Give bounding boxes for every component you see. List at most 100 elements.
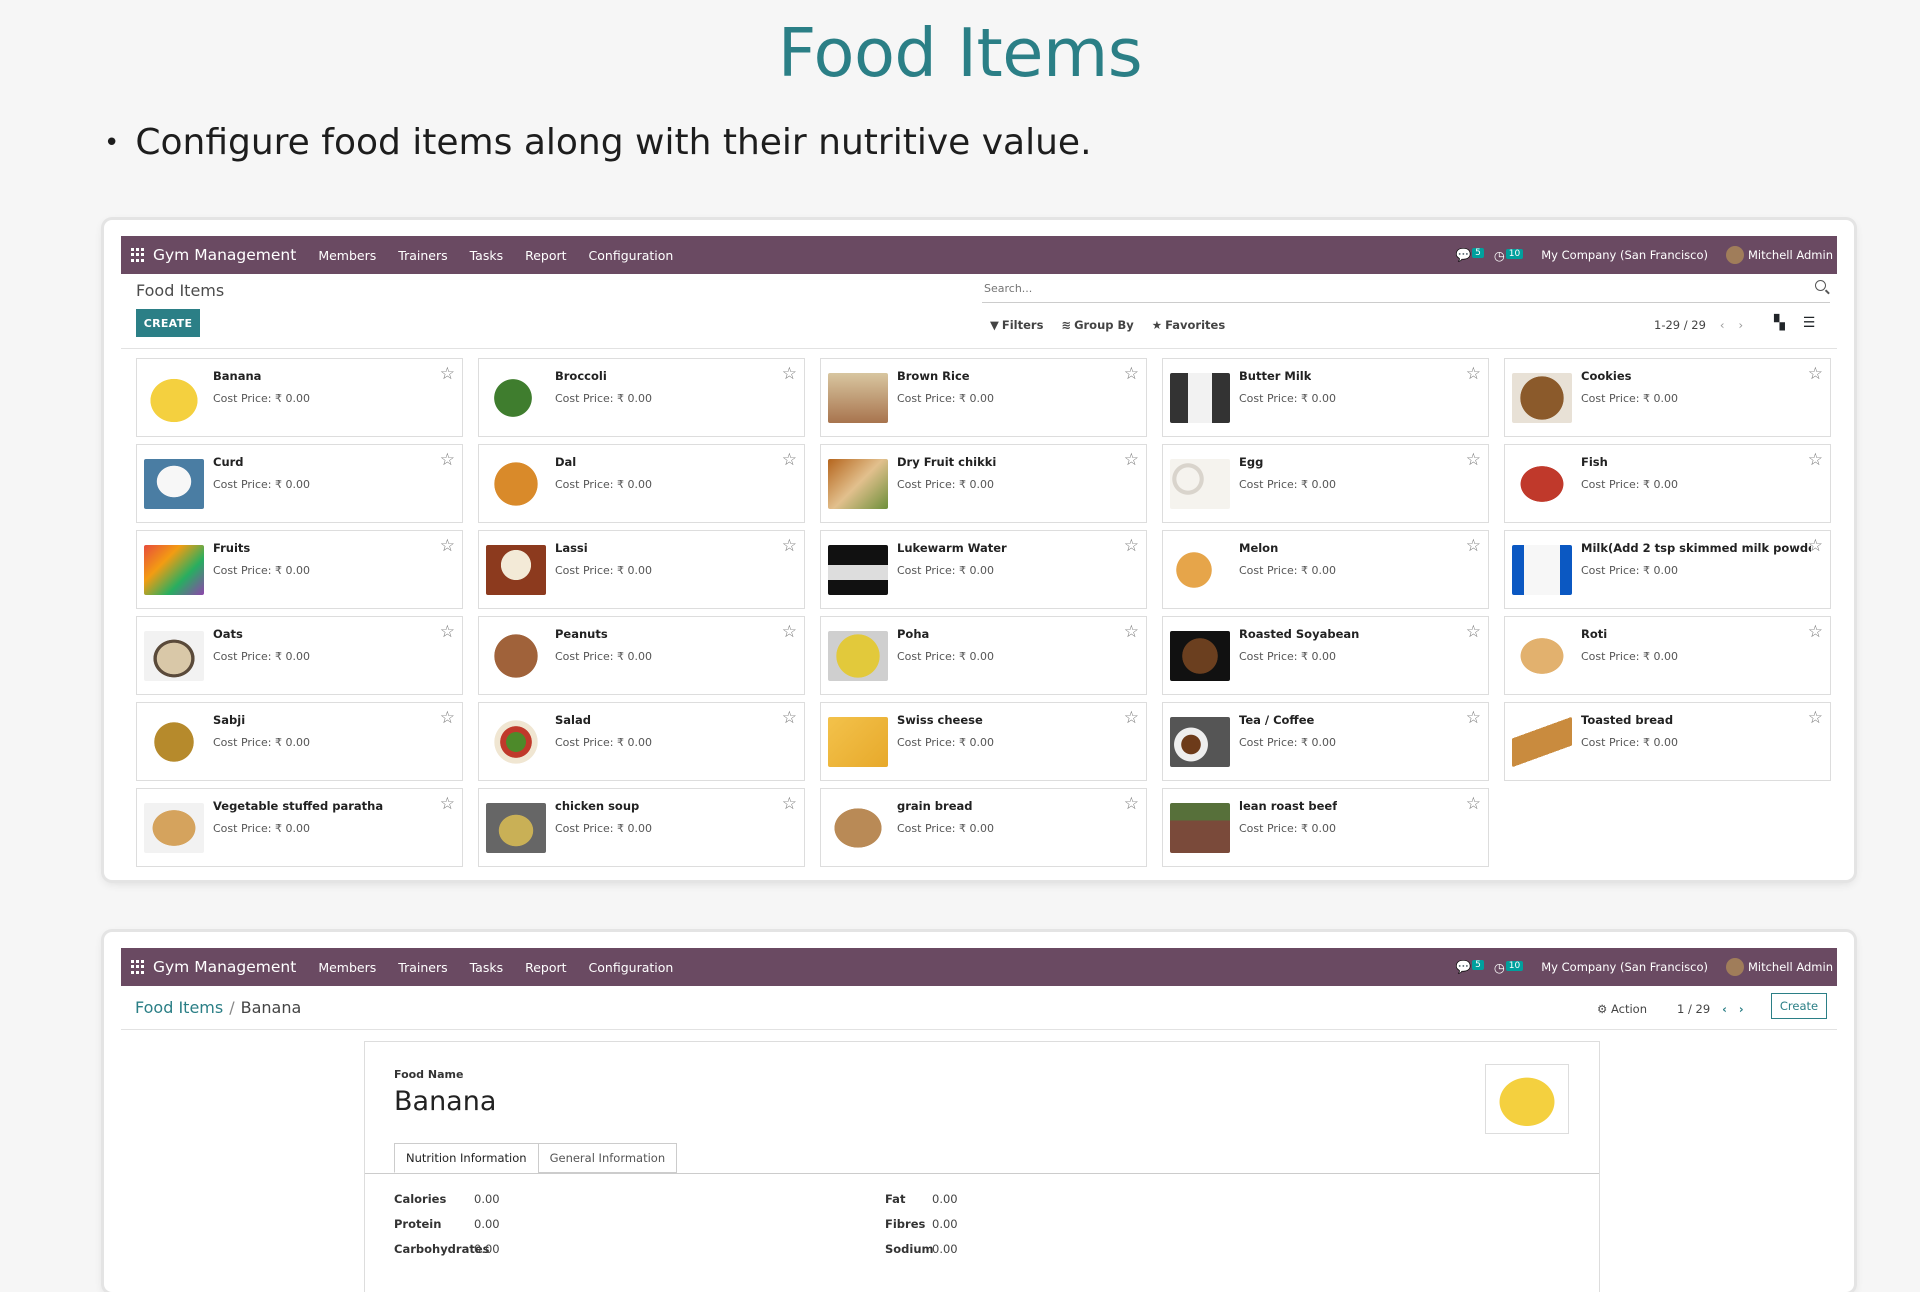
favorite-star-icon[interactable]: ☆ — [1124, 794, 1139, 814]
food-image[interactable] — [1485, 1064, 1569, 1134]
favorite-star-icon[interactable]: ☆ — [1808, 536, 1823, 556]
food-card[interactable]: Egg Cost Price: ₹ 0.00 ☆ — [1162, 444, 1489, 523]
favorite-star-icon[interactable]: ☆ — [782, 536, 797, 556]
list-view-icon[interactable]: ☰ — [1803, 315, 1816, 331]
food-card[interactable]: Roti Cost Price: ₹ 0.00 ☆ — [1504, 616, 1831, 695]
favorite-star-icon[interactable]: ☆ — [440, 450, 455, 470]
filters-button[interactable]: ▼ Filters — [990, 318, 1043, 332]
menu-members[interactable]: Members — [318, 248, 376, 263]
pager-value[interactable]: 1-29 / 29 — [1654, 318, 1706, 332]
menu-configuration[interactable]: Configuration — [589, 960, 674, 975]
menu-trainers[interactable]: Trainers — [398, 960, 447, 975]
apps-menu-icon[interactable] — [131, 960, 145, 974]
favorite-star-icon[interactable]: ☆ — [782, 708, 797, 728]
favorite-star-icon[interactable]: ☆ — [1466, 794, 1481, 814]
chevron-left-icon[interactable]: ‹ — [1720, 318, 1725, 332]
food-card[interactable]: Milk(Add 2 tsp skimmed milk powder ) Cost… — [1504, 530, 1831, 609]
app-brand[interactable]: Gym Management — [153, 958, 296, 976]
menu-report[interactable]: Report — [525, 248, 566, 263]
menu-tasks[interactable]: Tasks — [470, 248, 504, 263]
create-button[interactable]: Create — [1771, 993, 1827, 1019]
breadcrumb-food-items[interactable]: Food Items — [135, 998, 223, 1017]
activities-menu[interactable]: ◷ 10 — [1494, 960, 1524, 975]
search-input[interactable] — [982, 274, 1786, 302]
food-name-field[interactable]: Banana — [394, 1086, 496, 1117]
favorite-star-icon[interactable]: ☆ — [440, 364, 455, 384]
fat-value[interactable]: 0.00 — [932, 1192, 958, 1206]
food-card[interactable]: chicken soup Cost Price: ₹ 0.00 ☆ — [478, 788, 805, 867]
food-card[interactable]: Dal Cost Price: ₹ 0.00 ☆ — [478, 444, 805, 523]
favorites-button[interactable]: ★ Favorites — [1152, 318, 1225, 332]
food-card[interactable]: Lassi Cost Price: ₹ 0.00 ☆ — [478, 530, 805, 609]
company-switcher[interactable]: My Company (San Francisco) — [1541, 248, 1708, 262]
favorite-star-icon[interactable]: ☆ — [440, 536, 455, 556]
chevron-left-icon[interactable]: ‹ — [1722, 1002, 1727, 1016]
sodium-value[interactable]: 0.00 — [932, 1242, 958, 1256]
groupby-button[interactable]: ≋ Group By — [1061, 318, 1133, 332]
menu-configuration[interactable]: Configuration — [589, 248, 674, 263]
tab-nutrition-information[interactable]: Nutrition Information — [394, 1143, 539, 1173]
favorite-star-icon[interactable]: ☆ — [1124, 450, 1139, 470]
favorite-star-icon[interactable]: ☆ — [1808, 622, 1823, 642]
food-card[interactable]: Oats Cost Price: ₹ 0.00 ☆ — [136, 616, 463, 695]
food-card[interactable]: Banana Cost Price: ₹ 0.00 ☆ — [136, 358, 463, 437]
food-card[interactable]: Poha Cost Price: ₹ 0.00 ☆ — [820, 616, 1147, 695]
chevron-right-icon[interactable]: › — [1739, 318, 1744, 332]
favorite-star-icon[interactable]: ☆ — [1466, 708, 1481, 728]
favorite-star-icon[interactable]: ☆ — [1466, 622, 1481, 642]
favorite-star-icon[interactable]: ☆ — [1124, 708, 1139, 728]
food-card[interactable]: Swiss cheese Cost Price: ₹ 0.00 ☆ — [820, 702, 1147, 781]
food-card[interactable]: Vegetable stuffed paratha Cost Price: ₹ 0… — [136, 788, 463, 867]
food-card[interactable]: Curd Cost Price: ₹ 0.00 ☆ — [136, 444, 463, 523]
food-card[interactable]: grain bread Cost Price: ₹ 0.00 ☆ — [820, 788, 1147, 867]
favorite-star-icon[interactable]: ☆ — [782, 622, 797, 642]
food-card[interactable]: Lukewarm Water Cost Price: ₹ 0.00 ☆ — [820, 530, 1147, 609]
activities-menu[interactable]: ◷ 10 — [1494, 248, 1524, 263]
app-brand[interactable]: Gym Management — [153, 246, 296, 264]
favorite-star-icon[interactable]: ☆ — [1124, 364, 1139, 384]
favorite-star-icon[interactable]: ☆ — [440, 708, 455, 728]
search-icon[interactable] — [1815, 280, 1826, 291]
favorite-star-icon[interactable]: ☆ — [440, 794, 455, 814]
favorite-star-icon[interactable]: ☆ — [1124, 536, 1139, 556]
favorite-star-icon[interactable]: ☆ — [782, 794, 797, 814]
kanban-view-icon[interactable]: ▚ — [1774, 315, 1785, 331]
messages-menu[interactable]: 💬 5 — [1456, 247, 1484, 263]
menu-report[interactable]: Report — [525, 960, 566, 975]
favorite-star-icon[interactable]: ☆ — [1808, 708, 1823, 728]
favorite-star-icon[interactable]: ☆ — [1466, 364, 1481, 384]
favorite-star-icon[interactable]: ☆ — [1124, 622, 1139, 642]
food-card[interactable]: Toasted bread Cost Price: ₹ 0.00 ☆ — [1504, 702, 1831, 781]
food-card[interactable]: Salad Cost Price: ₹ 0.00 ☆ — [478, 702, 805, 781]
favorite-star-icon[interactable]: ☆ — [782, 450, 797, 470]
apps-menu-icon[interactable] — [131, 248, 145, 262]
favorite-star-icon[interactable]: ☆ — [440, 622, 455, 642]
menu-trainers[interactable]: Trainers — [398, 248, 447, 263]
menu-tasks[interactable]: Tasks — [470, 960, 504, 975]
chevron-right-icon[interactable]: › — [1739, 1002, 1744, 1016]
protein-value[interactable]: 0.00 — [474, 1217, 500, 1231]
fibres-value[interactable]: 0.00 — [932, 1217, 958, 1231]
food-card[interactable]: Brown Rice Cost Price: ₹ 0.00 ☆ — [820, 358, 1147, 437]
food-card[interactable]: lean roast beef Cost Price: ₹ 0.00 ☆ — [1162, 788, 1489, 867]
food-card[interactable]: Fruits Cost Price: ₹ 0.00 ☆ — [136, 530, 463, 609]
messages-menu[interactable]: 💬 5 — [1456, 959, 1484, 975]
food-card[interactable]: Peanuts Cost Price: ₹ 0.00 ☆ — [478, 616, 805, 695]
food-card[interactable]: Roasted Soyabean Cost Price: ₹ 0.00 ☆ — [1162, 616, 1489, 695]
favorite-star-icon[interactable]: ☆ — [782, 364, 797, 384]
tab-general-information[interactable]: General Information — [537, 1143, 678, 1173]
favorite-star-icon[interactable]: ☆ — [1466, 450, 1481, 470]
user-menu[interactable]: Mitchell Admin — [1725, 958, 1833, 976]
create-button[interactable]: CREATE — [136, 309, 200, 337]
action-menu[interactable]: ⚙ Action — [1597, 1002, 1647, 1016]
favorite-star-icon[interactable]: ☆ — [1808, 450, 1823, 470]
pager-value[interactable]: 1 / 29 — [1677, 1002, 1710, 1016]
food-card[interactable]: Melon Cost Price: ₹ 0.00 ☆ — [1162, 530, 1489, 609]
food-card[interactable]: Tea / Coffee Cost Price: ₹ 0.00 ☆ — [1162, 702, 1489, 781]
food-card[interactable]: Cookies Cost Price: ₹ 0.00 ☆ — [1504, 358, 1831, 437]
company-switcher[interactable]: My Company (San Francisco) — [1541, 960, 1708, 974]
menu-members[interactable]: Members — [318, 960, 376, 975]
food-card[interactable]: Butter Milk Cost Price: ₹ 0.00 ☆ — [1162, 358, 1489, 437]
user-menu[interactable]: Mitchell Admin — [1725, 246, 1833, 264]
food-card[interactable]: Dry Fruit chikki Cost Price: ₹ 0.00 ☆ — [820, 444, 1147, 523]
